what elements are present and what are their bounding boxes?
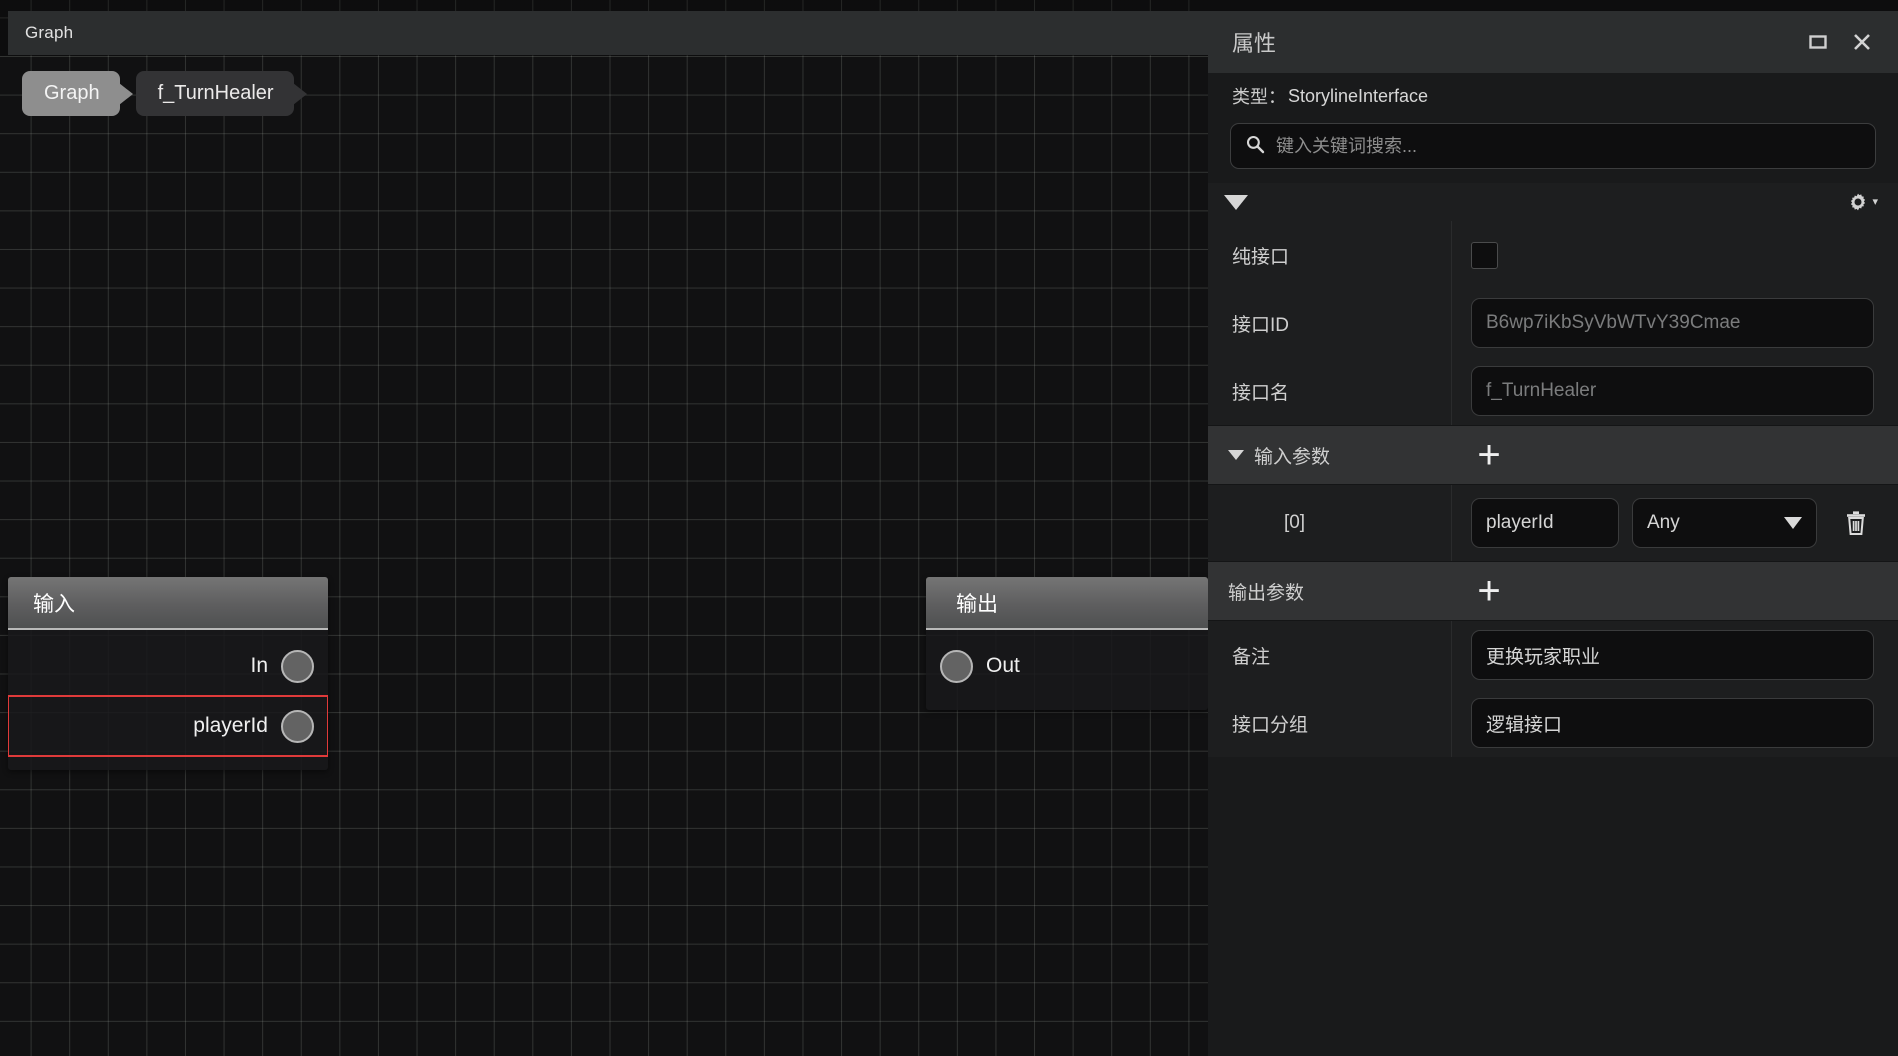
search-input[interactable] xyxy=(1276,135,1861,157)
breadcrumb: Graph f_TurnHealer xyxy=(22,71,307,116)
add-output-param-button[interactable]: + xyxy=(1467,569,1511,613)
row-remark-label: 备注 xyxy=(1232,646,1271,668)
app-root: Graph Graph f_TurnHealer 输入 In playerId … xyxy=(0,0,1898,1056)
interface-name-field[interactable]: f_TurnHealer xyxy=(1471,366,1874,416)
maximize-icon[interactable] xyxy=(1796,20,1840,64)
section-output-params-left[interactable]: 输出参数 xyxy=(1208,578,1451,605)
interface-type-row: 类型： StorylineInterface xyxy=(1208,73,1898,119)
breadcrumb-item-f-turnhealer-label: f_TurnHealer xyxy=(157,82,274,104)
input-param-index: [0] xyxy=(1283,512,1306,533)
row-pure-interface-label: 纯接口 xyxy=(1232,246,1290,268)
row-interface-group: 接口分组 逻辑接口 xyxy=(1208,689,1898,757)
breadcrumb-item-graph[interactable]: Graph xyxy=(22,71,133,116)
interface-id-field[interactable]: B6wp7iKbSyVbWTvY39Cmae xyxy=(1471,298,1874,348)
input-param-type-select[interactable]: Any xyxy=(1632,498,1817,548)
input-param-row-0: [0] playerId Any xyxy=(1208,485,1898,561)
graph-titlebar: Graph xyxy=(8,11,1208,55)
chevron-down-icon xyxy=(1784,517,1802,529)
row-remark-value: 更换玩家职业 xyxy=(1451,621,1898,689)
port-dot-icon[interactable] xyxy=(281,709,314,743)
row-interface-id: 接口ID B6wp7iKbSyVbWTvY39Cmae xyxy=(1208,289,1898,357)
gear-icon[interactable]: ▾ xyxy=(1845,191,1878,213)
properties-title: 属性 xyxy=(1232,31,1277,56)
search-box[interactable] xyxy=(1230,123,1876,169)
graph-titlebar-label: Graph xyxy=(25,23,74,42)
section-input-params: 输入参数 + xyxy=(1208,425,1898,485)
gear-caret-icon[interactable]: ▾ xyxy=(1872,196,1878,208)
chevron-down-icon[interactable] xyxy=(1228,450,1244,460)
row-interface-name: 接口名 f_TurnHealer xyxy=(1208,357,1898,425)
row-pure-interface: 纯接口 xyxy=(1208,221,1898,289)
section-input-params-label: 输入参数 xyxy=(1254,446,1331,468)
trash-icon[interactable] xyxy=(1834,501,1878,545)
row-interface-id-value: B6wp7iKbSyVbWTvY39Cmae xyxy=(1451,289,1898,357)
graph-port-playerid-label: playerId xyxy=(193,714,268,737)
port-dot-icon[interactable] xyxy=(281,649,314,683)
graph-node-output[interactable]: 输出 Out xyxy=(926,577,1208,710)
row-interface-id-label: 接口ID xyxy=(1232,314,1290,336)
pure-interface-checkbox[interactable] xyxy=(1471,241,1498,269)
row-interface-group-value: 逻辑接口 xyxy=(1451,689,1898,757)
breadcrumb-chevron-icon xyxy=(118,82,133,105)
input-param-name-field[interactable]: playerId xyxy=(1471,498,1619,548)
graph-node-input[interactable]: 输入 In playerId xyxy=(8,577,328,770)
search-icon xyxy=(1245,134,1265,159)
properties-titlebar: 属性 xyxy=(1208,11,1898,73)
search-wrapper xyxy=(1208,119,1898,183)
graph-canvas[interactable] xyxy=(0,0,1208,1056)
graph-editor-panel: Graph Graph f_TurnHealer 输入 In playerId … xyxy=(0,0,1208,1056)
input-param-fields: playerId Any xyxy=(1451,485,1898,561)
close-icon[interactable] xyxy=(1840,20,1884,64)
row-interface-group-label: 接口分组 xyxy=(1232,714,1309,736)
row-interface-name-value: f_TurnHealer xyxy=(1451,357,1898,425)
interface-type-value: StorylineInterface xyxy=(1288,85,1429,106)
properties-panel: 属性 类型： StorylineInterface 键入关键词搜索... ▾ 纯… xyxy=(1208,0,1898,1056)
graph-node-output-title: 输出 xyxy=(956,592,998,616)
graph-port-in-label: In xyxy=(250,654,268,677)
add-input-param-button[interactable]: + xyxy=(1467,433,1511,477)
remark-field[interactable]: 更换玩家职业 xyxy=(1471,630,1874,680)
port-dot-icon[interactable] xyxy=(940,649,973,683)
graph-port-in[interactable]: In xyxy=(8,636,328,696)
graph-node-input-header[interactable]: 输入 xyxy=(8,577,328,630)
graph-node-output-header[interactable]: 输出 xyxy=(926,577,1208,630)
section-output-params: 输出参数 + xyxy=(1208,561,1898,621)
chevron-down-icon[interactable] xyxy=(1224,194,1248,210)
graph-node-input-title: 输入 xyxy=(33,592,75,616)
graph-port-out-label: Out xyxy=(986,654,1020,677)
row-interface-name-label: 接口名 xyxy=(1232,382,1290,404)
properties-collapse-bar[interactable]: ▾ xyxy=(1208,183,1898,221)
row-pure-interface-value xyxy=(1451,221,1898,289)
row-remark: 备注 更换玩家职业 xyxy=(1208,621,1898,689)
breadcrumb-item-f-turnhealer[interactable]: f_TurnHealer xyxy=(135,71,307,116)
interface-type-label: 类型： xyxy=(1232,87,1286,107)
graph-node-input-body: In playerId xyxy=(8,630,328,770)
input-param-type-value: Any xyxy=(1647,512,1680,533)
graph-port-out[interactable]: Out xyxy=(926,636,1208,696)
breadcrumb-chevron-icon xyxy=(292,82,307,105)
section-output-params-label: 输出参数 xyxy=(1228,582,1305,604)
interface-group-field[interactable]: 逻辑接口 xyxy=(1471,698,1874,748)
graph-node-output-body: Out xyxy=(926,630,1208,710)
graph-port-playerid[interactable]: playerId xyxy=(8,695,328,757)
breadcrumb-item-graph-label: Graph xyxy=(44,82,100,104)
section-input-params-left[interactable]: 输入参数 xyxy=(1208,442,1451,469)
